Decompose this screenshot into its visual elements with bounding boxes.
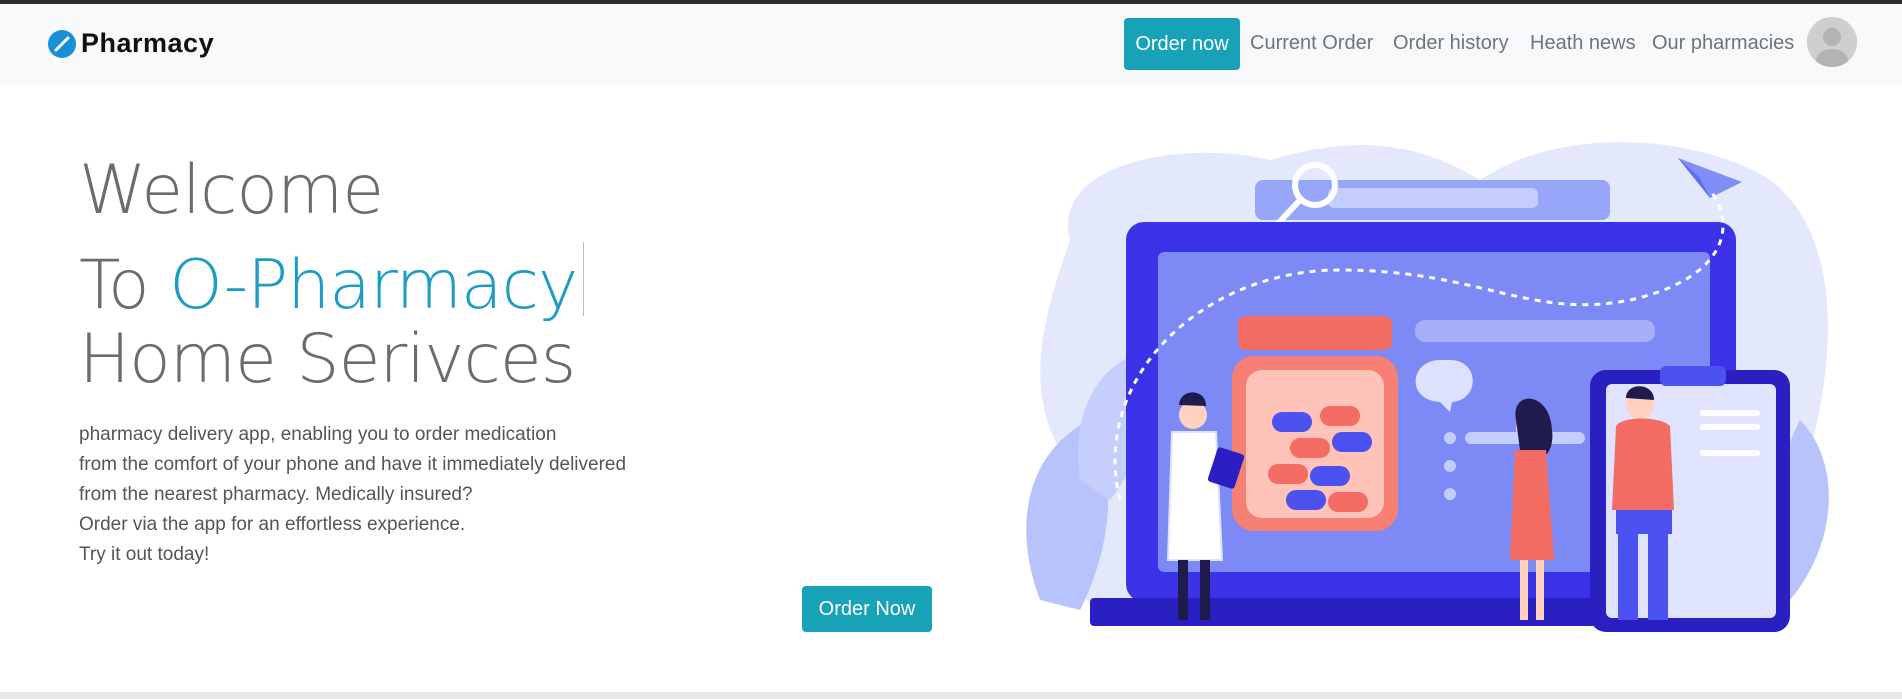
hero-title-line1: Welcome	[79, 151, 384, 230]
hero-order-now-button[interactable]: Order Now	[802, 586, 932, 632]
brand-name: Pharmacy	[81, 28, 215, 58]
online-pharmacy-illustration	[1026, 142, 1829, 632]
hero-description: pharmacy delivery app, enabling you to o…	[79, 420, 626, 570]
nav-link-health-news[interactable]: Heath news	[1530, 32, 1636, 55]
hero-title-line3: Home Serivces	[79, 320, 576, 399]
hero-title-line2: To O-Pharmacy	[79, 242, 585, 320]
nav-link-our-pharmacies[interactable]: Our pharmacies	[1652, 32, 1794, 55]
description-line: pharmacy delivery app, enabling you to o…	[79, 424, 557, 445]
brand-logo-link[interactable]: Pharmacy	[47, 28, 214, 59]
pharmacy-logo-icon	[48, 29, 76, 58]
description-line: from the nearest pharmacy. Medically ins…	[79, 484, 473, 505]
nav-link-current-order[interactable]: Current Order	[1250, 32, 1373, 55]
hero-title-prefix: To	[79, 246, 170, 325]
navbar: Pharmacy Order now Current Order Order h…	[0, 4, 1902, 84]
user-avatar-icon[interactable]	[1807, 17, 1857, 67]
description-line: Try it out today!	[79, 544, 210, 565]
typing-cursor	[583, 242, 585, 316]
hero-brand-accent: O-Pharmacy	[169, 246, 578, 325]
nav-link-order-history[interactable]: Order history	[1393, 32, 1509, 55]
nav-order-now-button[interactable]: Order now	[1124, 18, 1240, 70]
description-line: Order via the app for an effortless expe…	[79, 514, 466, 535]
page-bottom-divider	[0, 692, 1902, 699]
description-line: from the comfort of your phone and have …	[79, 454, 627, 475]
